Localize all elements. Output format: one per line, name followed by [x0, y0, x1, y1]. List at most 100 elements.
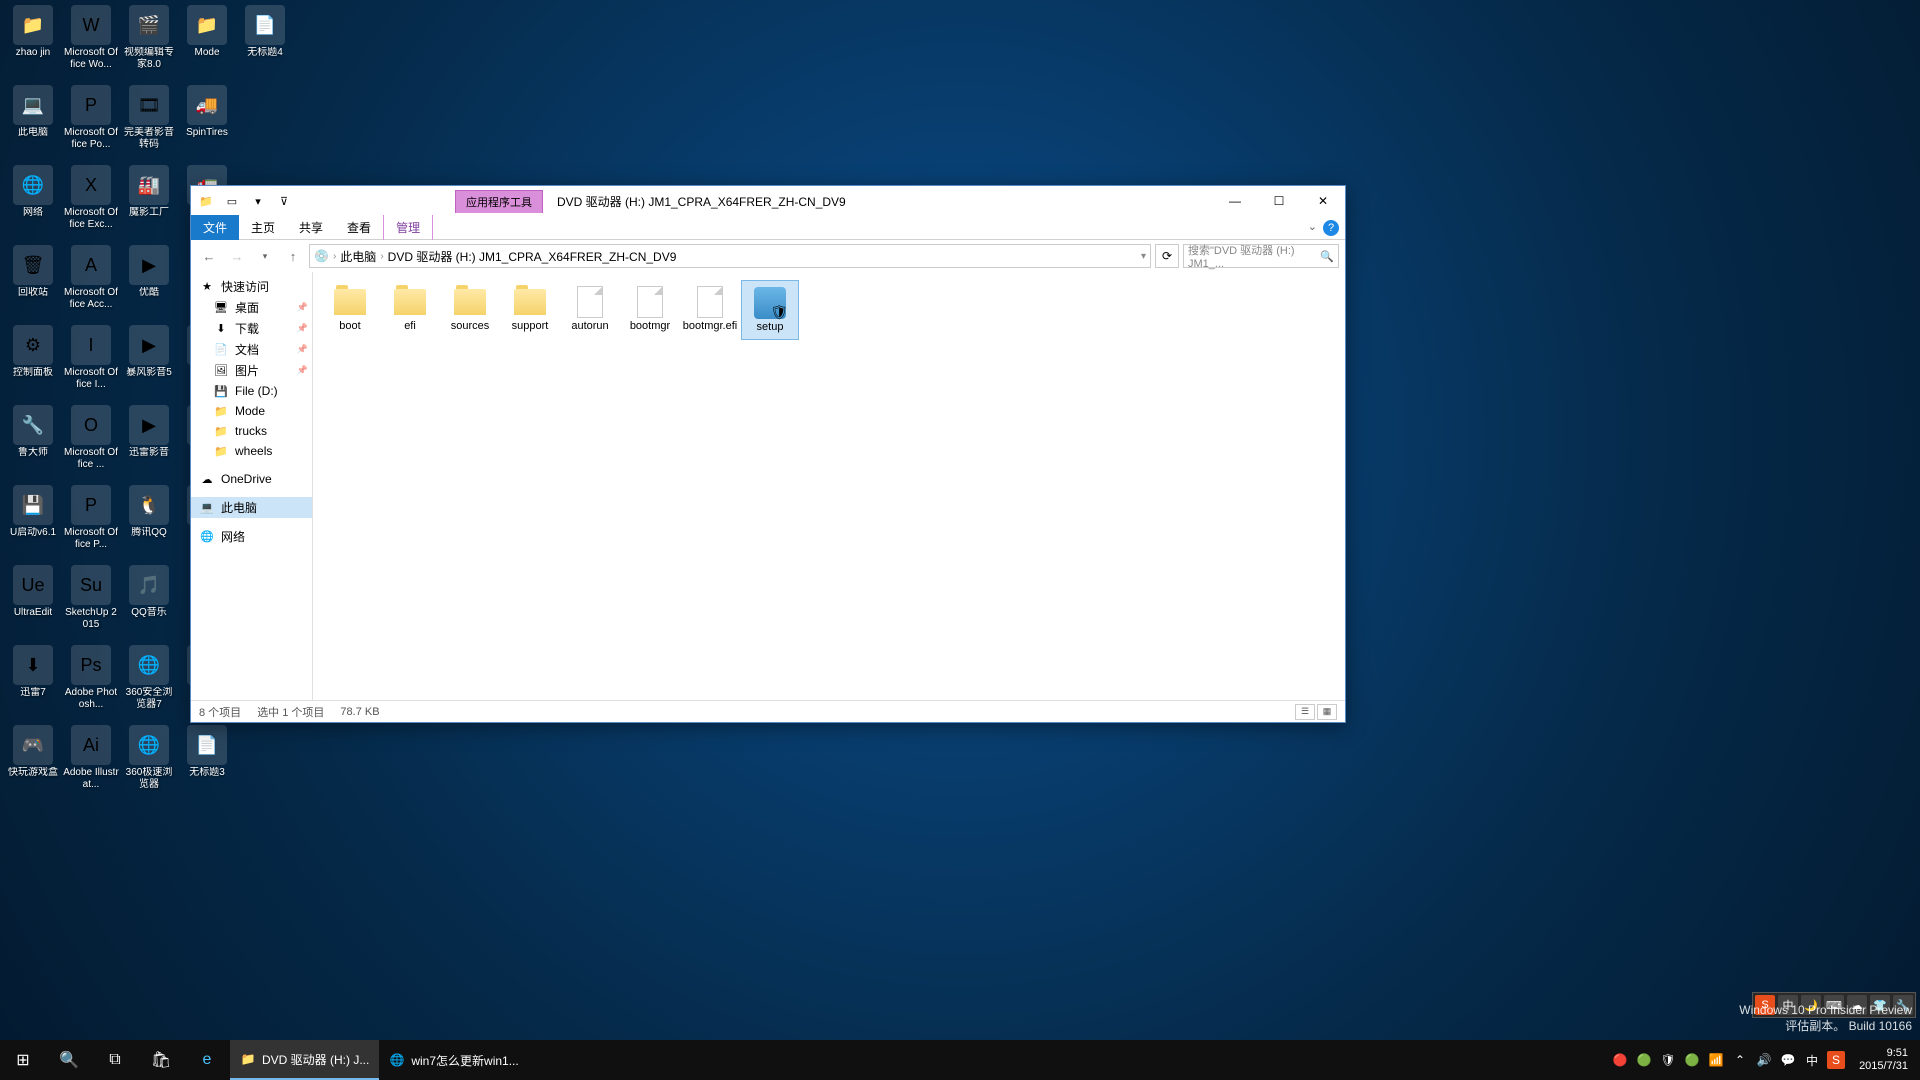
- file-list[interactable]: bootefisourcessupportautorunbootmgrbootm…: [313, 272, 1345, 700]
- desktop-icon[interactable]: AiAdobe Illustrat...: [63, 725, 119, 803]
- ribbon-expand-icon[interactable]: ⌄: [1308, 220, 1317, 236]
- tab-manage[interactable]: 管理: [383, 215, 433, 241]
- volume-icon[interactable]: 🔊: [1755, 1051, 1773, 1069]
- up-button[interactable]: ↑: [281, 244, 305, 268]
- tab-home[interactable]: 主页: [239, 215, 287, 240]
- nav-quick-access[interactable]: ★ 快速访问: [191, 276, 312, 297]
- file-item[interactable]: bootmgr.efi: [681, 280, 739, 340]
- tray-icon[interactable]: 🛡: [1659, 1051, 1677, 1069]
- desktop-icon[interactable]: 🎬视频编辑专家8.0: [121, 5, 177, 83]
- recent-dropdown-icon[interactable]: ▾: [253, 244, 277, 268]
- app-icon: 🎮: [13, 725, 53, 765]
- properties-icon[interactable]: ▭: [221, 190, 243, 212]
- close-button[interactable]: ✕: [1301, 187, 1345, 215]
- nav-this-pc[interactable]: 💻 此电脑: [191, 497, 312, 518]
- desktop-icon[interactable]: ▶暴风影音5: [121, 325, 177, 403]
- desktop-icon[interactable]: 🐧腾讯QQ: [121, 485, 177, 563]
- breadcrumb-dvd[interactable]: DVD 驱动器 (H:) JM1_CPRA_X64FRER_ZH-CN_DV9: [388, 248, 677, 265]
- search-input[interactable]: 搜索"DVD 驱动器 (H:) JM1_... 🔍: [1183, 244, 1339, 268]
- nav-onedrive[interactable]: ☁ OneDrive: [191, 469, 312, 489]
- refresh-button[interactable]: ⟳: [1155, 244, 1179, 268]
- desktop-icon[interactable]: OMicrosoft Office ...: [63, 405, 119, 483]
- taskbar-task[interactable]: 📁DVD 驱动器 (H:) J...: [230, 1040, 379, 1080]
- help-icon[interactable]: ?: [1323, 220, 1339, 236]
- nav-quick-item[interactable]: 📁Mode: [191, 401, 312, 421]
- breadcrumb-this-pc[interactable]: 此电脑: [340, 248, 376, 265]
- clock[interactable]: 9:51 2015/7/31: [1851, 1047, 1916, 1073]
- desktop-icon[interactable]: SuSketchUp 2015: [63, 565, 119, 643]
- taskbar-task[interactable]: 🌐win7怎么更新win1...: [379, 1040, 528, 1080]
- icons-view-button[interactable]: ▦: [1317, 704, 1337, 720]
- tab-share[interactable]: 共享: [287, 215, 335, 240]
- desktop-icon[interactable]: 🔧鲁大师: [5, 405, 61, 483]
- back-button[interactable]: ←: [197, 244, 221, 268]
- desktop-icon[interactable]: 📁Mode: [179, 5, 235, 83]
- edge-button[interactable]: e: [184, 1040, 230, 1080]
- nav-quick-item[interactable]: 💾File (D:): [191, 381, 312, 401]
- desktop-icon[interactable]: PMicrosoft Office Po...: [63, 85, 119, 163]
- ime-icon[interactable]: 中: [1803, 1051, 1821, 1069]
- desktop-icon[interactable]: PMicrosoft Office P...: [63, 485, 119, 563]
- file-item[interactable]: setup: [741, 280, 799, 340]
- desktop-icon[interactable]: 🗑回收站: [5, 245, 61, 323]
- store-button[interactable]: 🛍: [138, 1040, 184, 1080]
- desktop-icon[interactable]: 🌐360安全浏览器7: [121, 645, 177, 723]
- sogou-icon[interactable]: S: [1827, 1051, 1845, 1069]
- folder-item[interactable]: boot: [321, 280, 379, 340]
- action-center-icon[interactable]: 💬: [1779, 1051, 1797, 1069]
- context-tab-application-tools[interactable]: 应用程序工具: [455, 190, 543, 213]
- desktop-icon[interactable]: 🌐网络: [5, 165, 61, 243]
- file-item[interactable]: autorun: [561, 280, 619, 340]
- search-button[interactable]: 🔍: [46, 1040, 92, 1080]
- nav-network[interactable]: 🌐 网络: [191, 526, 312, 547]
- desktop-icon[interactable]: ▶迅雷影音: [121, 405, 177, 483]
- desktop-icon[interactable]: XMicrosoft Office Exc...: [63, 165, 119, 243]
- desktop-icon[interactable]: ▶优酷: [121, 245, 177, 323]
- nav-quick-item[interactable]: 📄文档: [191, 339, 312, 360]
- qat-dropdown-icon[interactable]: ▾: [247, 190, 269, 212]
- desktop-icon[interactable]: 🎵QQ音乐: [121, 565, 177, 643]
- desktop-icon[interactable]: IMicrosoft Office I...: [63, 325, 119, 403]
- folder-item[interactable]: efi: [381, 280, 439, 340]
- desktop-icon[interactable]: WMicrosoft Office Wo...: [63, 5, 119, 83]
- folder-item[interactable]: sources: [441, 280, 499, 340]
- tab-view[interactable]: 查看: [335, 215, 383, 240]
- forward-button[interactable]: →: [225, 244, 249, 268]
- address-bar[interactable]: 💿 › 此电脑 › DVD 驱动器 (H:) JM1_CPRA_X64FRER_…: [309, 244, 1151, 268]
- minimize-button[interactable]: —: [1213, 187, 1257, 215]
- desktop-icon[interactable]: 📁zhao jin: [5, 5, 61, 83]
- tray-icon[interactable]: 🟢: [1635, 1051, 1653, 1069]
- desktop-icon[interactable]: 🚚SpinTires: [179, 85, 235, 163]
- nav-quick-item[interactable]: ⬇下载: [191, 318, 312, 339]
- selection-size: 78.7 KB: [340, 706, 379, 718]
- nav-quick-item[interactable]: 📁trucks: [191, 421, 312, 441]
- tray-overflow-icon[interactable]: ⌃: [1731, 1051, 1749, 1069]
- desktop-icon[interactable]: 🎮快玩游戏盒: [5, 725, 61, 803]
- desktop-icon[interactable]: 📄无标题4: [237, 5, 293, 83]
- task-view-button[interactable]: ⧉: [92, 1040, 138, 1080]
- desktop-icon[interactable]: ⬇迅雷7: [5, 645, 61, 723]
- desktop-icon[interactable]: 📄无标题3: [179, 725, 235, 803]
- desktop-icon[interactable]: UeUltraEdit: [5, 565, 61, 643]
- desktop-icon[interactable]: 💻此电脑: [5, 85, 61, 163]
- folder-item[interactable]: support: [501, 280, 559, 340]
- maximize-button[interactable]: ☐: [1257, 187, 1301, 215]
- desktop-icon[interactable]: 🌐360极速浏览器: [121, 725, 177, 803]
- start-button[interactable]: ⊞: [0, 1040, 46, 1080]
- tray-icon[interactable]: 📶: [1707, 1051, 1725, 1069]
- desktop-icon[interactable]: 💾U启动v6.1: [5, 485, 61, 563]
- tray-icon[interactable]: 🟢: [1683, 1051, 1701, 1069]
- tray-icon[interactable]: 🔴: [1611, 1051, 1629, 1069]
- tab-file[interactable]: 文件: [191, 215, 239, 240]
- nav-quick-item[interactable]: 🖥桌面: [191, 297, 312, 318]
- nav-quick-item[interactable]: 🖼图片: [191, 360, 312, 381]
- nav-quick-item[interactable]: 📁wheels: [191, 441, 312, 461]
- desktop-icon[interactable]: 🎞完美者影音转码: [121, 85, 177, 163]
- desktop-icon[interactable]: 🏭魔影工厂: [121, 165, 177, 243]
- details-view-button[interactable]: ☰: [1295, 704, 1315, 720]
- file-item[interactable]: bootmgr: [621, 280, 679, 340]
- desktop-icon[interactable]: ⚙控制面板: [5, 325, 61, 403]
- desktop-icon[interactable]: PsAdobe Photosh...: [63, 645, 119, 723]
- titlebar[interactable]: 📁 ▭ ▾ ⊽ 应用程序工具 DVD 驱动器 (H:) JM1_CPRA_X64…: [191, 186, 1345, 216]
- desktop-icon[interactable]: AMicrosoft Office Acc...: [63, 245, 119, 323]
